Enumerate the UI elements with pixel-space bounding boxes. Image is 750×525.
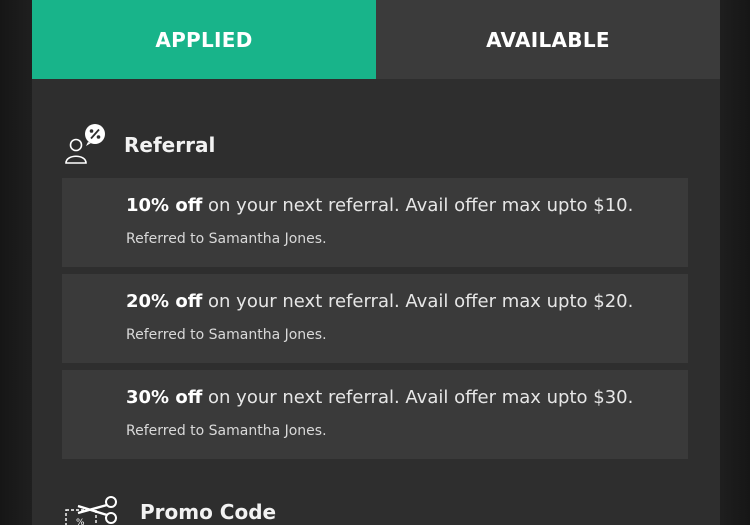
offer-note: Referred to Samantha Jones.: [126, 231, 327, 247]
referral-section-header: Referral: [64, 122, 215, 168]
referral-title: Referral: [124, 133, 216, 157]
offer-text: on your next referral. Avail offer max u…: [202, 195, 634, 216]
offer-percent: 30% off: [126, 387, 203, 408]
offer-description: 30% off on your next referral. Avail off…: [126, 387, 633, 408]
referral-offer-card[interactable]: 20% off on your next referral. Avail off…: [62, 274, 688, 363]
promo-title: Promo Code: [140, 500, 277, 524]
offer-note: Referred to Samantha Jones.: [126, 423, 327, 439]
promo-section-header: % Promo Code: [64, 492, 276, 525]
referral-offer-card[interactable]: 30% off on your next referral. Avail off…: [62, 370, 688, 459]
offer-percent: 20% off: [126, 291, 203, 312]
offer-percent: 10% off: [126, 195, 203, 216]
referral-offer-card[interactable]: 10% off on your next referral. Avail off…: [62, 178, 688, 267]
offers-panel: APPLIED AVAILABLE Referral 10% off on yo…: [32, 0, 720, 525]
offer-text: on your next referral. Avail offer max u…: [202, 387, 634, 408]
app-frame: APPLIED AVAILABLE Referral 10% off on yo…: [0, 0, 750, 525]
scissors-coupon-icon: %: [64, 494, 120, 525]
tab-bar: APPLIED AVAILABLE: [32, 0, 720, 79]
svg-text:%: %: [76, 518, 85, 525]
offer-text: on your next referral. Avail offer max u…: [202, 291, 634, 312]
offer-description: 20% off on your next referral. Avail off…: [126, 291, 633, 312]
referral-percent-icon: [64, 123, 106, 167]
tab-applied[interactable]: APPLIED: [32, 0, 376, 79]
offer-description: 10% off on your next referral. Avail off…: [126, 195, 633, 216]
tab-available[interactable]: AVAILABLE: [376, 0, 720, 79]
offer-note: Referred to Samantha Jones.: [126, 327, 327, 343]
